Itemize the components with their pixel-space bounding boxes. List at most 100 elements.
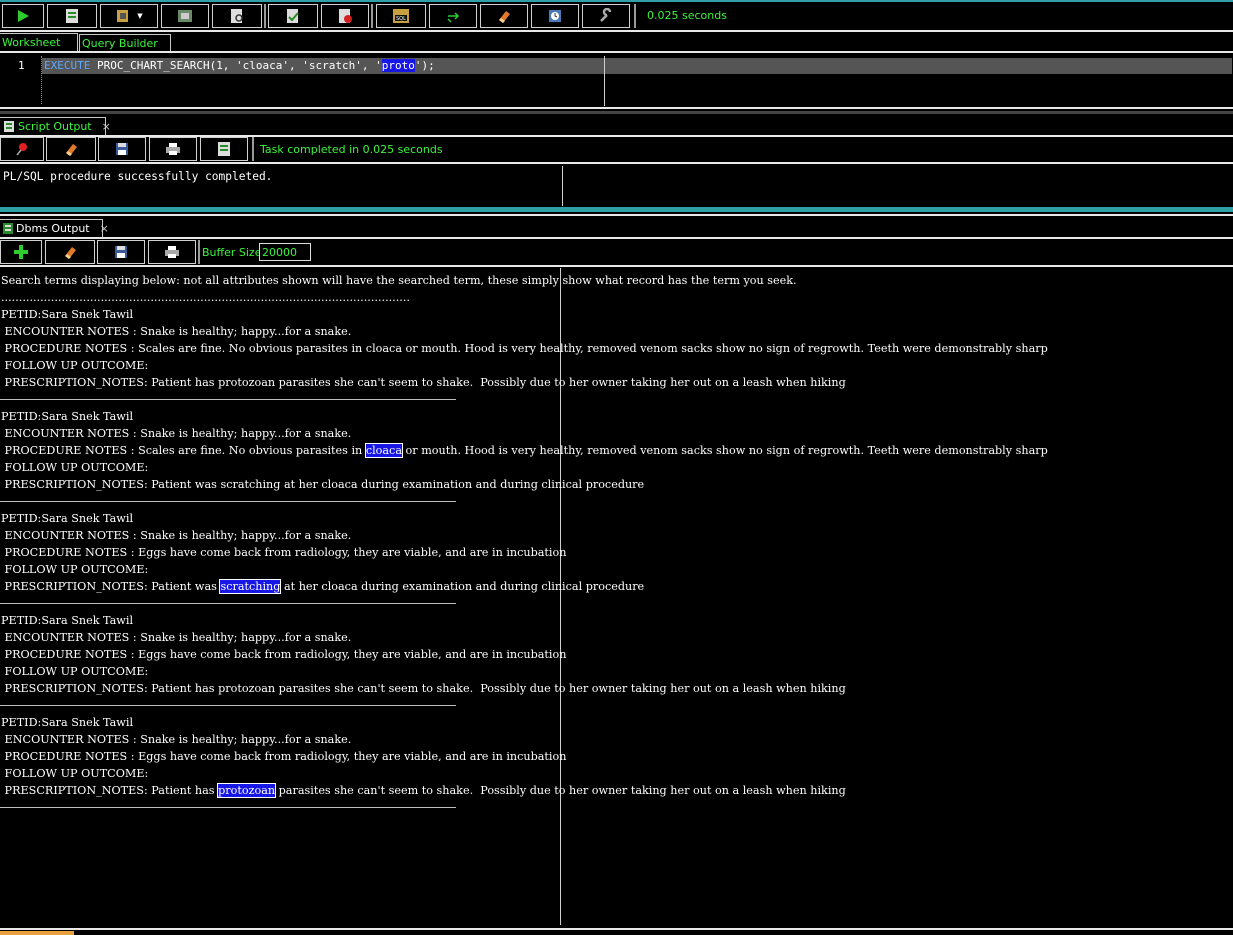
toolbar-separator [634, 4, 636, 28]
rollback-icon [339, 9, 352, 23]
close-dbms-output-icon[interactable]: × [100, 222, 109, 235]
record-procedure-notes: PROCEDURE NOTES : Eggs have come back fr… [1, 646, 567, 663]
document-icon [218, 142, 230, 156]
sql-history-button[interactable] [429, 4, 477, 28]
prescription-text-tail: parasites she can't seem to shake. Possi… [275, 784, 846, 797]
clear-script-output-button[interactable] [46, 137, 96, 161]
dot-separator: ........................................… [1, 291, 410, 304]
run-script-button[interactable] [47, 4, 97, 28]
tab-bar-bottom-border [0, 51, 1233, 53]
swap-arrows-icon [447, 12, 460, 23]
procedure-text: PROCEDURE NOTES : Scales are fine. No ob… [1, 342, 1048, 355]
petid-text: PETID:Sara Snek Tawil [1, 614, 134, 627]
clear-dbms-output-button[interactable] [45, 240, 95, 264]
line-number: 1 [18, 59, 25, 72]
record-prescription-notes: PRESCRIPTION_NOTES: Patient was scratchi… [1, 578, 644, 595]
encounter-text: ENCOUNTER NOTES : Snake is healthy; happ… [1, 529, 352, 542]
tools-button[interactable] [582, 4, 630, 28]
splitter[interactable] [0, 111, 1233, 114]
clock-icon [549, 10, 561, 22]
print-icon [165, 246, 179, 258]
buffer-size-input[interactable] [259, 243, 311, 261]
enable-dbms-output-button[interactable] [0, 240, 42, 264]
open-script-output-button[interactable] [200, 137, 248, 161]
tuning-icon [231, 9, 243, 23]
commit-button[interactable] [268, 4, 318, 28]
record-prescription-notes: PRESCRIPTION_NOTES: Patient has protozoa… [1, 374, 846, 391]
search-match-highlight: cloaca [364, 443, 404, 458]
play-icon [18, 10, 29, 22]
unshared-sql-button[interactable]: SQL [376, 4, 426, 28]
dbms-tab-bottom-border [0, 237, 1233, 239]
prescription-text: PRESCRIPTION_NOTES: Patient has protozoa… [1, 376, 846, 389]
history-list-button[interactable] [531, 4, 579, 28]
print-script-output-button[interactable] [149, 137, 197, 161]
tab-script-output[interactable]: Script Output × [0, 117, 111, 135]
tab-query-builder[interactable]: Query Builder [79, 34, 171, 52]
execute-keyword: EXECUTE [44, 59, 91, 72]
record-encounter-notes: ENCOUNTER NOTES : Snake is healthy; happ… [1, 731, 352, 748]
script-icon [66, 9, 78, 23]
sql-editor-line[interactable]: EXECUTE PROC_CHART_SEARCH(1, 'cloaca', '… [44, 59, 435, 72]
rollback-button[interactable] [321, 4, 369, 28]
record-followup: FOLLOW UP OUTCOME: [1, 459, 149, 476]
explain-plan-button[interactable] [161, 4, 209, 28]
followup-text: FOLLOW UP OUTCOME: [1, 665, 149, 678]
prescription-text: PRESCRIPTION_NOTES: Patient has [1, 784, 219, 797]
record-separator [0, 705, 456, 706]
sql-worksheet-icon: SQL [393, 9, 409, 23]
petid-text: PETID:Sara Snek Tawil [1, 410, 134, 423]
eraser-icon [65, 247, 76, 259]
dropdown-arrow-icon[interactable]: ▼ [137, 12, 142, 20]
encounter-text: ENCOUNTER NOTES : Snake is healthy; happ… [1, 631, 352, 644]
script-output-label: Script Output [18, 120, 92, 133]
close-script-output-icon[interactable]: × [102, 120, 111, 133]
record-separator [0, 501, 456, 502]
record-procedure-notes: PROCEDURE NOTES : Eggs have come back fr… [1, 748, 567, 765]
script-output-margin-line [562, 166, 563, 206]
record-separator [0, 399, 456, 400]
record-petid: PETID:Sara Snek Tawil [1, 510, 133, 527]
print-icon [166, 143, 180, 155]
prescription-text-tail: at her cloaca during examination and dur… [280, 580, 645, 593]
encounter-text: ENCOUNTER NOTES : Snake is healthy; happ… [1, 427, 352, 440]
followup-text: FOLLOW UP OUTCOME: [1, 767, 149, 780]
save-script-output-button[interactable] [98, 137, 146, 161]
save-dbms-output-button[interactable] [97, 240, 145, 264]
tab-worksheet[interactable]: Worksheet [0, 33, 78, 51]
panel-splitter[interactable] [0, 207, 1233, 212]
run-statement-button[interactable] [2, 4, 44, 28]
encounter-text: ENCOUNTER NOTES : Snake is healthy; happ… [1, 733, 352, 746]
editor-bottom-border [0, 107, 1233, 109]
pin-button[interactable] [0, 137, 44, 161]
clear-button[interactable] [480, 4, 528, 28]
record-procedure-notes: PROCEDURE NOTES : Scales are fine. No ob… [1, 442, 1048, 459]
dbms-output-icon [3, 223, 13, 234]
dbms-output-area[interactable]: Search terms displaying below: not all a… [0, 272, 1233, 922]
record-petid: PETID:Sara Snek Tawil [1, 714, 133, 731]
print-dbms-output-button[interactable] [148, 240, 196, 264]
dbms-output-label: Dbms Output [16, 222, 90, 235]
tab-dbms-output[interactable]: Dbms Output × [0, 219, 109, 237]
record-procedure-notes: PROCEDURE NOTES : Eggs have come back fr… [1, 544, 567, 561]
script-output-icon [4, 121, 14, 132]
top-border [0, 0, 1233, 2]
search-match-highlight: protozoan [217, 783, 277, 798]
followup-text: FOLLOW UP OUTCOME: [1, 461, 149, 474]
search-header: Search terms displaying below: not all a… [1, 274, 797, 287]
sql-code-tail: '); [414, 59, 435, 72]
prescription-text: PRESCRIPTION_NOTES: Patient has protozoa… [1, 682, 846, 695]
autotrace-button[interactable]: ▼ [100, 4, 158, 28]
toolbar-separator [252, 137, 254, 161]
record-encounter-notes: ENCOUNTER NOTES : Snake is healthy; happ… [1, 323, 352, 340]
save-icon [116, 143, 128, 155]
status-bar-indicator [0, 931, 74, 935]
sql-tuning-button[interactable] [212, 4, 262, 28]
prescription-text: PRESCRIPTION_NOTES: Patient was [1, 580, 221, 593]
record-prescription-notes: PRESCRIPTION_NOTES: Patient has protozoa… [1, 680, 846, 697]
record-encounter-notes: ENCOUNTER NOTES : Snake is healthy; happ… [1, 425, 352, 442]
record-followup: FOLLOW UP OUTCOME: [1, 561, 149, 578]
record-separator [0, 603, 456, 604]
record-prescription-notes: PRESCRIPTION_NOTES: Patient was scratchi… [1, 476, 645, 493]
autotrace-icon [117, 10, 129, 22]
